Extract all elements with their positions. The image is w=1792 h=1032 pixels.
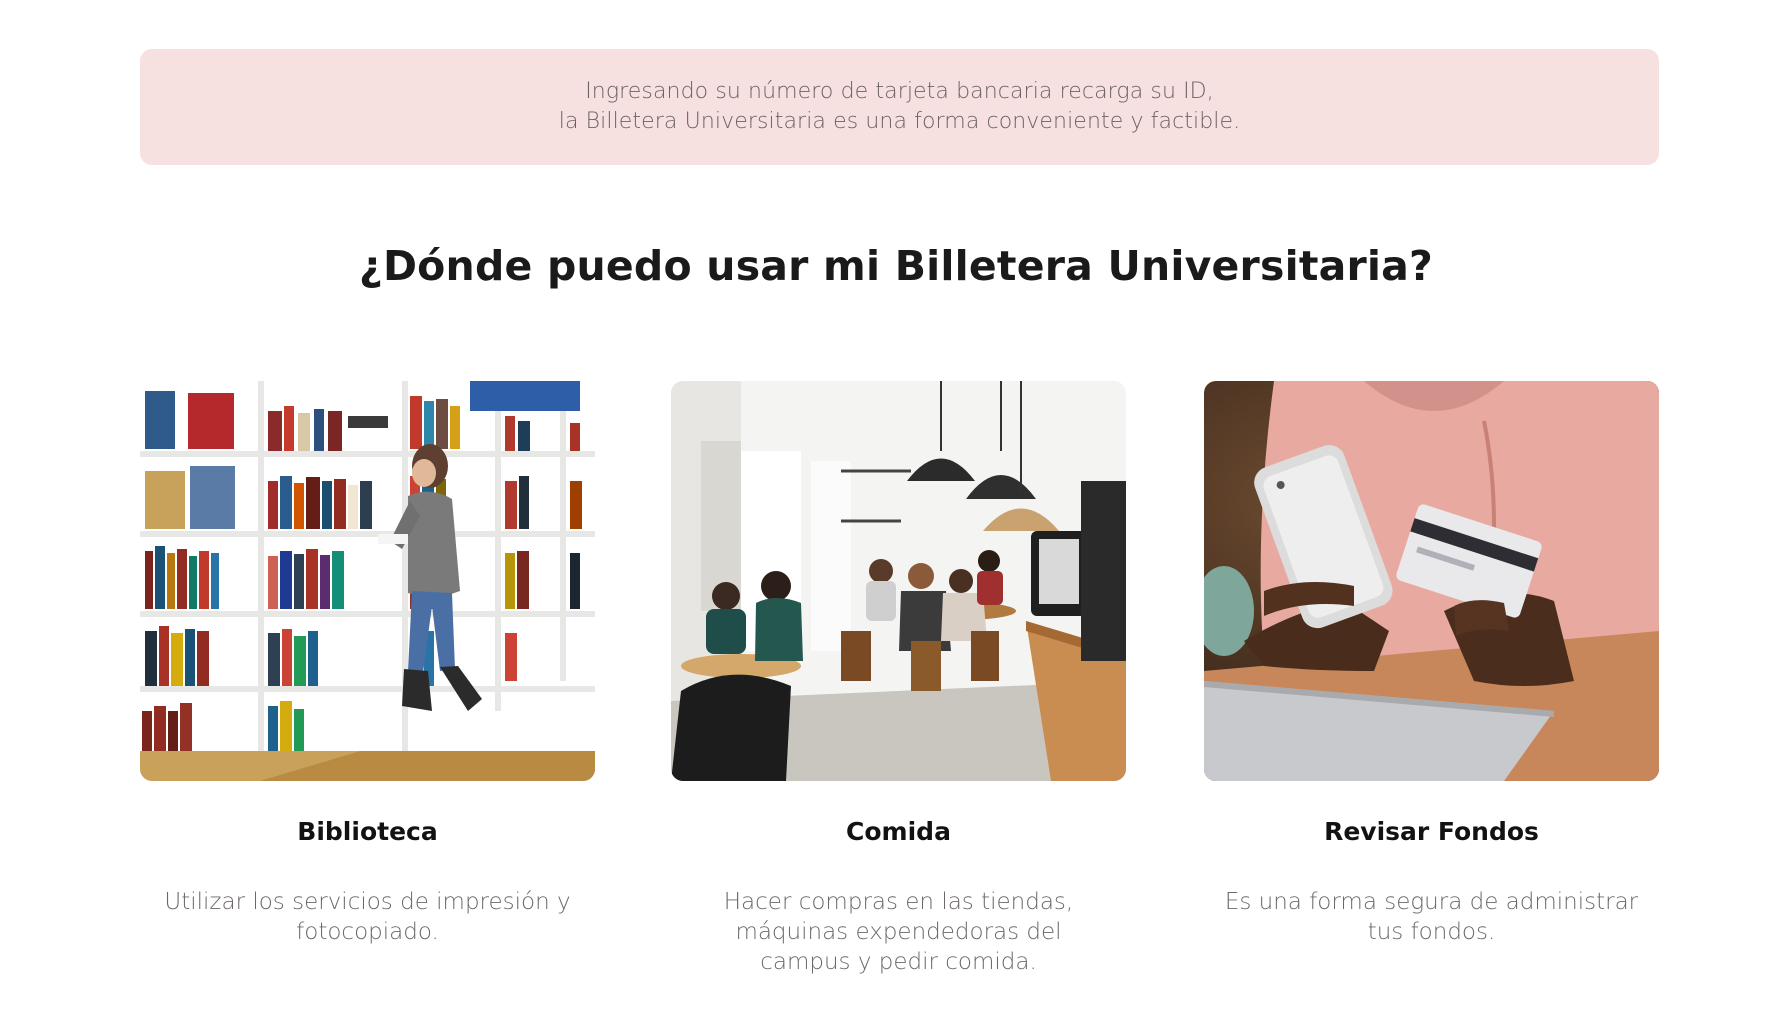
banner-line-1: Ingresando su número de tarjeta bancaria…: [585, 79, 1214, 104]
card-title: Comida: [846, 817, 951, 846]
library-image: [140, 381, 595, 781]
page: Ingresando su número de tarjeta bancaria…: [0, 0, 1792, 1032]
card-description: Hacer compras en las tiendas, máquinas e…: [671, 887, 1126, 977]
card-title: Biblioteca: [297, 817, 438, 846]
card-desc-line: tus fondos.: [1367, 919, 1496, 945]
section-title: ¿Dónde puedo usar mi Billetera Universit…: [358, 242, 1434, 290]
phone-card-image: [1204, 381, 1659, 781]
card-desc-line: máquinas expendedoras del: [735, 919, 1062, 945]
cafe-image: [671, 381, 1126, 781]
card-comida: Comida Hacer compras en las tiendas, máq…: [671, 381, 1126, 977]
card-desc-line: Hacer compras en las tiendas,: [723, 889, 1074, 915]
card-biblioteca: Biblioteca Utilizar los servicios de imp…: [140, 381, 595, 947]
card-title: Revisar Fondos: [1324, 817, 1539, 846]
banner-line-2: la Billetera Universitaria es una forma …: [558, 109, 1241, 134]
card-revisar-fondos: Revisar Fondos Es una forma segura de ad…: [1204, 381, 1659, 947]
card-desc-line: Utilizar los servicios de impresión y: [164, 889, 571, 915]
card-desc-line: campus y pedir comida.: [760, 949, 1037, 975]
card-description: Es una forma segura de administrar tus f…: [1204, 887, 1659, 947]
card-desc-line: fotocopiado.: [296, 919, 439, 945]
usage-cards: Biblioteca Utilizar los servicios de imp…: [140, 381, 1659, 1001]
info-banner: Ingresando su número de tarjeta bancaria…: [140, 49, 1659, 165]
card-description: Utilizar los servicios de impresión y fo…: [140, 887, 595, 947]
card-desc-line: Es una forma segura de administrar: [1224, 889, 1639, 915]
